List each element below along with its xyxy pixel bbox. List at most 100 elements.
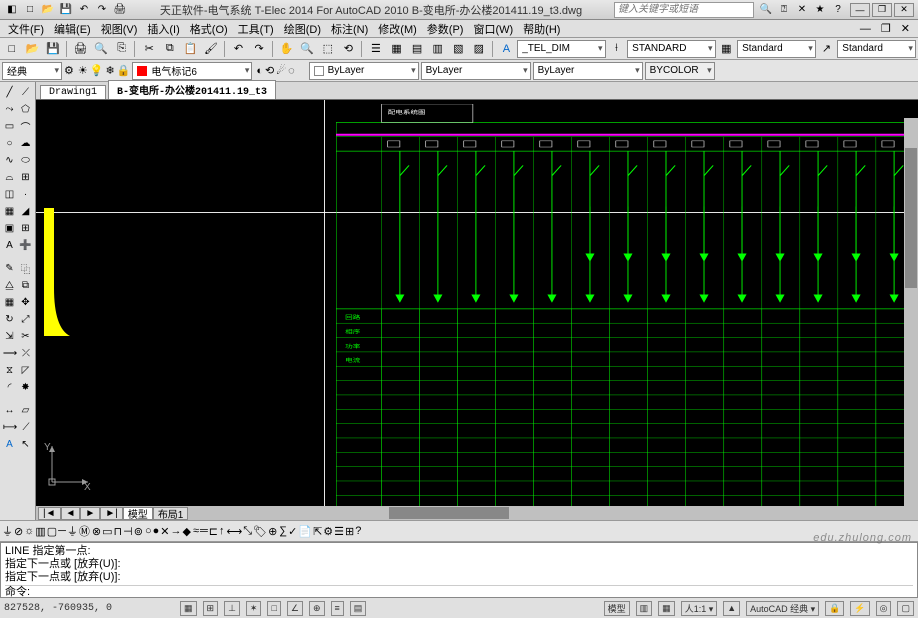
menu-format[interactable]: 格式(O) <box>186 21 232 37</box>
lock-ui[interactable]: 🔒 <box>825 601 844 616</box>
explode-tool[interactable]: ✸ <box>18 379 33 395</box>
table-tool[interactable]: ⊞ <box>18 220 33 236</box>
doc-close-button[interactable]: ✕ <box>897 22 914 35</box>
tablestyle-combo[interactable]: Standard <box>737 40 816 58</box>
doc-minimize-button[interactable]: — <box>856 23 875 35</box>
clean-screen[interactable]: ▢ <box>897 601 914 616</box>
point-tool[interactable]: · <box>18 186 33 202</box>
cross-tool[interactable]: ✕ <box>160 525 169 538</box>
plotstyle-combo[interactable]: BYCOLOR <box>645 62 715 80</box>
qp-toggle[interactable]: ▤ <box>350 601 367 616</box>
preview-button[interactable]: 🔍 <box>91 40 111 58</box>
panel-tool[interactable]: ▥ <box>35 525 45 538</box>
join-tool[interactable]: ⧖ <box>2 362 17 378</box>
isolate-obj[interactable]: ◎ <box>876 601 892 616</box>
extend-tool[interactable]: ⟶ <box>2 345 18 361</box>
textstyle-combo[interactable]: _TEL_DIM <box>517 40 605 58</box>
layer-prop-button[interactable]: ☀ <box>78 64 88 77</box>
hardware-accel[interactable]: ⚡ <box>850 601 869 616</box>
match-button[interactable]: 🖌 <box>201 40 221 58</box>
offset-tool[interactable]: ⧉ <box>18 277 33 293</box>
layer-prev-button[interactable]: ⟲ <box>265 64 274 77</box>
publish-button[interactable]: ⎘ <box>112 40 132 58</box>
maximize-button[interactable]: ❐ <box>872 3 892 17</box>
arrow-tool[interactable]: → <box>170 525 181 537</box>
region-tool[interactable]: ▣ <box>2 220 17 236</box>
dist-tool[interactable]: ↔ <box>2 402 17 418</box>
tab-nav-first[interactable]: |◄ <box>38 507 61 520</box>
text-icon[interactable]: A <box>497 40 517 58</box>
area-tool[interactable]: ▱ <box>18 402 33 418</box>
zoom-realtime-button[interactable]: 🔍 <box>297 40 317 58</box>
toolpal-button[interactable]: ▤ <box>407 40 427 58</box>
dimstyle-combo[interactable]: STANDARD <box>627 40 715 58</box>
layer-lock-button[interactable]: 🔒 <box>117 64 131 77</box>
fillet-tool[interactable]: ◜ <box>2 379 17 395</box>
leader-tool[interactable]: ↖ <box>18 436 33 452</box>
rotate-tool[interactable]: ↻ <box>2 311 17 327</box>
favorite-icon[interactable]: ★ <box>812 2 828 18</box>
menu-dimension[interactable]: 标注(N) <box>327 21 372 37</box>
color-combo[interactable]: ByLayer <box>309 62 419 80</box>
mirror-tool[interactable]: ⧋ <box>2 277 17 293</box>
tab-model[interactable]: 模型 <box>123 507 153 520</box>
riser-tool[interactable]: ↑ <box>219 525 225 537</box>
exchange-icon[interactable]: ✕ <box>794 2 810 18</box>
menu-draw[interactable]: 绘图(D) <box>280 21 325 37</box>
redo-icon[interactable]: ↷ <box>94 2 110 18</box>
check-tool[interactable]: ✓ <box>288 525 297 538</box>
menu-help[interactable]: 帮助(H) <box>519 21 564 37</box>
revcloud-tool[interactable]: ☁ <box>18 135 33 151</box>
layer-off-button[interactable]: ◌ <box>288 65 295 77</box>
help-tool[interactable]: ? <box>355 525 361 537</box>
settings-tool[interactable]: ⚙ <box>323 525 333 538</box>
polygon-tool[interactable]: ⬠ <box>18 101 33 117</box>
motor-tool[interactable]: Ⓜ <box>79 523 90 539</box>
layer-manage-tool[interactable]: ☰ <box>334 525 344 538</box>
tray-tool[interactable]: ═ <box>200 525 208 537</box>
socket-tool[interactable]: ⏚ <box>2 523 13 539</box>
workspace-switch[interactable]: AutoCAD 经典 ▾ <box>746 601 819 616</box>
break-tool[interactable]: ⤫ <box>19 345 33 361</box>
fuse-tool[interactable]: ▭ <box>102 525 112 538</box>
save-icon[interactable]: 💾 <box>58 2 74 18</box>
ann-vis[interactable]: ▲ <box>723 601 740 616</box>
otrack-toggle[interactable]: ∠ <box>287 601 303 616</box>
dim1-tool[interactable]: ⟷ <box>227 525 243 538</box>
dim-icon[interactable]: ⟊ <box>607 40 627 58</box>
cable-tool[interactable]: ≈ <box>193 525 199 537</box>
breaker-tool[interactable]: ⊗ <box>92 525 101 538</box>
command-window[interactable]: LINE 指定第一点: 指定下一点或 [放弃(U)]: 指定下一点或 [放弃(U… <box>0 542 918 598</box>
gradient-tool[interactable]: ◢ <box>18 203 33 219</box>
light-tool[interactable]: ☼ <box>24 525 34 537</box>
undo-icon[interactable]: ↶ <box>76 2 92 18</box>
zoom-window-button[interactable]: ⬚ <box>318 40 338 58</box>
grid-toggle[interactable]: ⊞ <box>203 601 219 616</box>
new-button[interactable]: □ <box>2 40 22 58</box>
model-space-canvas[interactable]: 配电系统图 <box>36 100 918 520</box>
move-tool[interactable]: ✥ <box>18 294 33 310</box>
help-search-input[interactable] <box>614 2 754 18</box>
workspace-combo[interactable]: 经典 <box>2 62 62 80</box>
lineweight-combo[interactable]: ByLayer <box>533 62 643 80</box>
ann-scale[interactable]: 人1:1 ▾ <box>681 601 718 616</box>
erase-tool[interactable]: ✎ <box>2 260 17 276</box>
menu-tools[interactable]: 工具(T) <box>234 21 278 37</box>
ground-tool[interactable]: ⏚ <box>67 523 78 539</box>
doc-restore-button[interactable]: ❐ <box>877 22 895 35</box>
tab-current-dwg[interactable]: B-变电所-办公楼201411.19_t3 <box>108 80 276 99</box>
tab-layout1[interactable]: 布局1 <box>153 507 189 520</box>
dyn-toggle[interactable]: ⊕ <box>309 601 325 616</box>
menu-window[interactable]: 窗口(W) <box>469 21 517 37</box>
layer-iso-button[interactable]: ◐ <box>256 65 263 77</box>
block-tool[interactable]: ◫ <box>2 186 17 202</box>
signin-icon[interactable]: ⍰ <box>776 2 792 18</box>
xline-tool[interactable]: ⟋ <box>18 84 33 100</box>
qv-drawings[interactable]: ▦ <box>658 601 675 616</box>
help-icon[interactable]: ? <box>830 2 846 18</box>
menu-modify[interactable]: 修改(M) <box>374 21 421 37</box>
copy-button[interactable]: ⧉ <box>160 40 180 58</box>
relay-tool[interactable]: ⊓ <box>114 525 123 538</box>
calc2-tool[interactable]: ∑ <box>279 525 287 537</box>
undo-button[interactable]: ↶ <box>229 40 249 58</box>
